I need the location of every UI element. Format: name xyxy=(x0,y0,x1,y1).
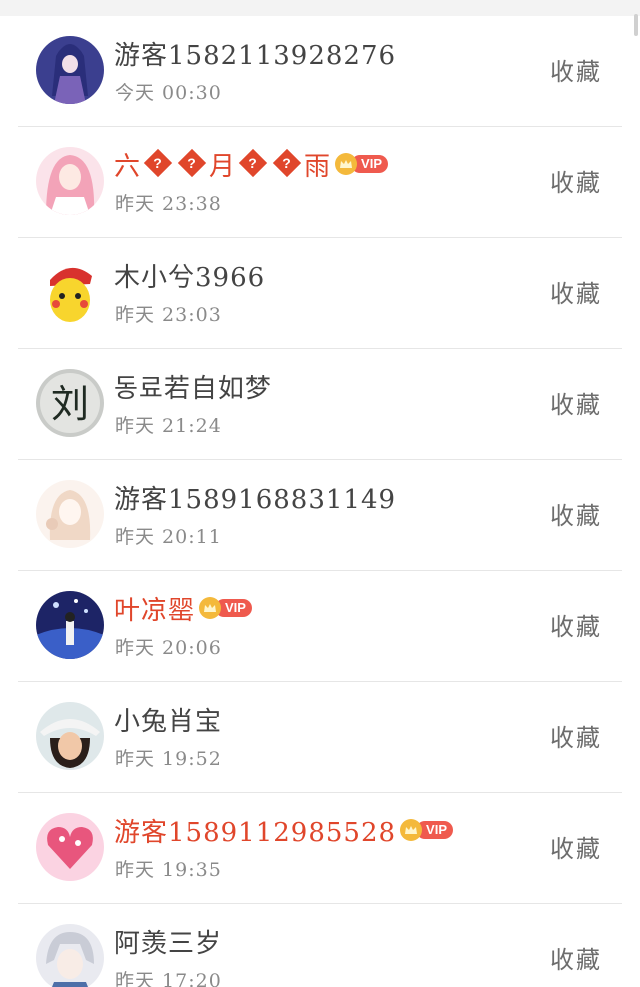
favorite-button[interactable]: 收藏 xyxy=(550,607,602,642)
avatar[interactable] xyxy=(36,36,104,104)
avatar-image-icon xyxy=(36,813,104,881)
name-line: 동료若自如梦 xyxy=(114,367,272,405)
name-line: 木小兮3966 xyxy=(114,256,265,294)
visit-time: 昨天 20:11 xyxy=(115,526,222,548)
avatar[interactable] xyxy=(36,702,104,770)
unknown-char-icon: ? xyxy=(238,148,268,177)
vip-badge: VIP xyxy=(400,819,454,841)
unknown-char-mark: ? xyxy=(248,154,258,171)
favorite-button[interactable]: 收藏 xyxy=(550,385,602,420)
list-item[interactable]: 游客15821139​28276 今天 00:30 收藏 xyxy=(18,16,622,127)
crown-icon xyxy=(335,153,358,175)
scrollbar[interactable] xyxy=(634,14,638,36)
list-item[interactable]: 游客15891688​31149 昨天 20:11 收藏 xyxy=(18,460,622,571)
name-line: 叶凉罂 VIP xyxy=(114,589,252,627)
name-char: 雨 xyxy=(304,151,332,182)
name-line: 游客15891688​31149 xyxy=(114,478,396,516)
list-item[interactable]: 六?? 月?? 雨 VIP 昨天 23:38 收藏 xyxy=(18,127,622,238)
favorite-button[interactable]: 收藏 xyxy=(550,52,602,87)
visit-time: 今天 00:30 xyxy=(115,82,222,104)
visit-time: 昨天 19:35 xyxy=(115,859,222,881)
unknown-char-icon: ? xyxy=(177,148,207,177)
vip-badge: VIP xyxy=(335,153,389,175)
visitor-name[interactable]: 叶凉罂 xyxy=(114,590,195,627)
name-line: 小兔肖宝 xyxy=(114,700,222,738)
favorite-button[interactable]: 收藏 xyxy=(550,829,602,864)
visitor-list: 游客15821139​28276 今天 00:30 收藏 六?? 月?? 雨 VIP xyxy=(18,16,622,987)
crown-icon xyxy=(400,819,423,841)
visit-time: 昨天 19:52 xyxy=(115,748,222,770)
list-item[interactable]: 小兔肖宝 昨天 19:52 收藏 xyxy=(18,682,622,793)
visit-time: 昨天 23:03 xyxy=(115,304,222,326)
avatar[interactable] xyxy=(36,924,104,987)
unknown-char-icon: ? xyxy=(272,148,302,177)
favorite-button[interactable]: 收藏 xyxy=(550,163,602,198)
favorite-button[interactable]: 收藏 xyxy=(550,274,602,309)
avatar-image-icon xyxy=(36,480,104,548)
unknown-char-icon: ? xyxy=(143,148,173,177)
avatar-image-icon xyxy=(36,702,104,770)
avatar[interactable] xyxy=(36,813,104,881)
svg-text:刘: 刘 xyxy=(51,382,89,426)
name-char: 月 xyxy=(209,151,237,182)
visit-time: 昨天 21:24 xyxy=(115,415,222,437)
list-item[interactable]: 木小兮3966 昨天 23:03 收藏 xyxy=(18,238,622,349)
top-band xyxy=(0,0,640,16)
avatar[interactable] xyxy=(36,480,104,548)
list-item[interactable]: 刘 동료若自如梦 昨天 21:24 收藏 xyxy=(18,349,622,460)
name-line: 阿羡三岁 xyxy=(114,922,222,960)
list-item[interactable]: 游客158911298​5528 VIP 昨天 19:35 收藏 xyxy=(18,793,622,904)
avatar-image-icon xyxy=(36,591,104,659)
unknown-char-mark: ? xyxy=(187,154,197,171)
favorite-button[interactable]: 收藏 xyxy=(550,496,602,531)
list-item[interactable]: 阿羡三岁 昨天 17:20 收藏 xyxy=(18,904,622,987)
name-line: 游客15821139​28276 xyxy=(114,34,396,72)
avatar-image-icon xyxy=(36,147,104,215)
avatar-image-icon xyxy=(36,258,104,326)
visitor-name[interactable]: 游客158911298​5528 xyxy=(114,812,396,849)
crown-icon xyxy=(199,597,222,619)
avatar[interactable] xyxy=(36,258,104,326)
avatar-image-icon xyxy=(36,36,104,104)
name-line: 六?? 月?? 雨 VIP xyxy=(114,145,389,183)
visit-time: 昨天 17:20 xyxy=(115,970,222,987)
name-char: 六 xyxy=(114,151,142,182)
favorite-button[interactable]: 收藏 xyxy=(550,718,602,753)
visitor-name[interactable]: 游客15891688​31149 xyxy=(114,479,396,516)
visitor-name[interactable]: 阿羡三岁 xyxy=(114,923,222,960)
visitor-name[interactable]: 木小兮3966 xyxy=(114,257,265,294)
visit-time: 昨天 20:06 xyxy=(115,637,222,659)
visitor-name[interactable]: 游客15821139​28276 xyxy=(114,35,396,72)
avatar[interactable] xyxy=(36,591,104,659)
visit-time: 昨天 23:38 xyxy=(115,193,222,215)
name-line: 游客158911298​5528 VIP xyxy=(114,811,454,849)
favorite-button[interactable]: 收藏 xyxy=(550,940,602,975)
avatar[interactable]: 刘 xyxy=(36,369,104,437)
avatar-image-icon: 刘 xyxy=(36,369,104,437)
visitor-name[interactable]: 六?? 月?? 雨 xyxy=(114,146,331,183)
unknown-char-mark: ? xyxy=(153,154,163,171)
visitor-name[interactable]: 小兔肖宝 xyxy=(114,701,222,738)
vip-badge: VIP xyxy=(199,597,252,619)
visitor-name[interactable]: 동료若自如梦 xyxy=(114,368,272,405)
avatar[interactable] xyxy=(36,147,104,215)
unknown-char-mark: ? xyxy=(282,154,292,171)
avatar-image-icon xyxy=(36,924,104,987)
list-item[interactable]: 叶凉罂 VIP 昨天 20:06 收藏 xyxy=(18,571,622,682)
